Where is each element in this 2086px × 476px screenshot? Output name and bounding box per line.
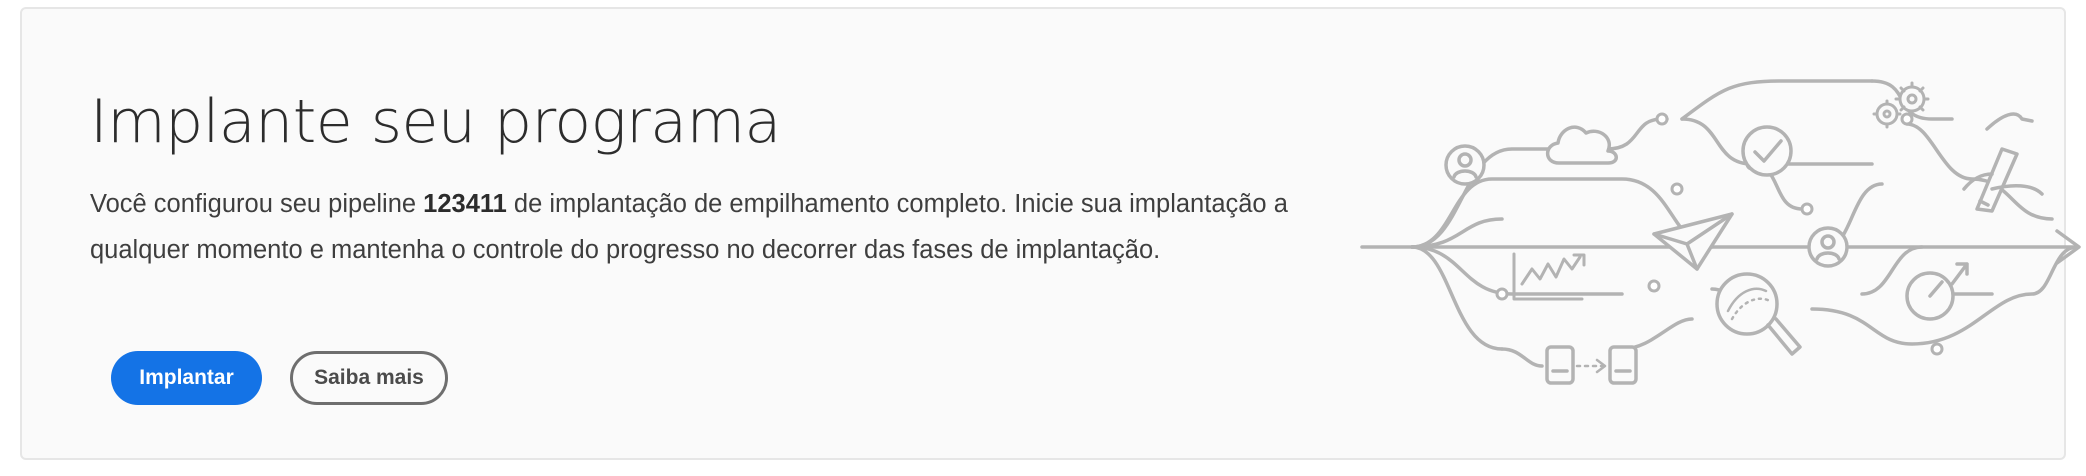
document-icon xyxy=(1545,345,1575,385)
speedometer-icon xyxy=(1905,262,1969,321)
cloud-icon xyxy=(1545,125,1618,165)
deploy-banner-card: Implante seu programa Você configurou se… xyxy=(20,7,2081,460)
branch-line xyxy=(1410,245,1504,351)
paper-plane-icon xyxy=(1652,212,1734,271)
user-icon xyxy=(1807,226,1849,268)
branch-line xyxy=(1620,317,1694,351)
checkmark-icon xyxy=(1741,125,1793,177)
banner-title: Implante seu programa xyxy=(90,87,781,157)
branch-line xyxy=(1500,347,1544,368)
deploy-button[interactable]: Implantar xyxy=(111,351,262,405)
branch-line xyxy=(1680,79,1874,121)
pipeline-illustration xyxy=(1360,79,2081,385)
banner-description: Você configurou seu pipeline 123411 de i… xyxy=(90,181,1340,273)
branch-line xyxy=(1410,245,1624,296)
document-icon xyxy=(1608,345,1638,385)
description-text-before: Você configurou seu pipeline xyxy=(90,190,424,218)
learn-more-button[interactable]: Saiba mais xyxy=(290,351,448,405)
pen-hand-icon xyxy=(1962,112,2044,213)
user-icon xyxy=(1444,144,1486,186)
pipeline-id: 123411 xyxy=(423,190,507,218)
magnifier-icon xyxy=(1715,272,1802,356)
